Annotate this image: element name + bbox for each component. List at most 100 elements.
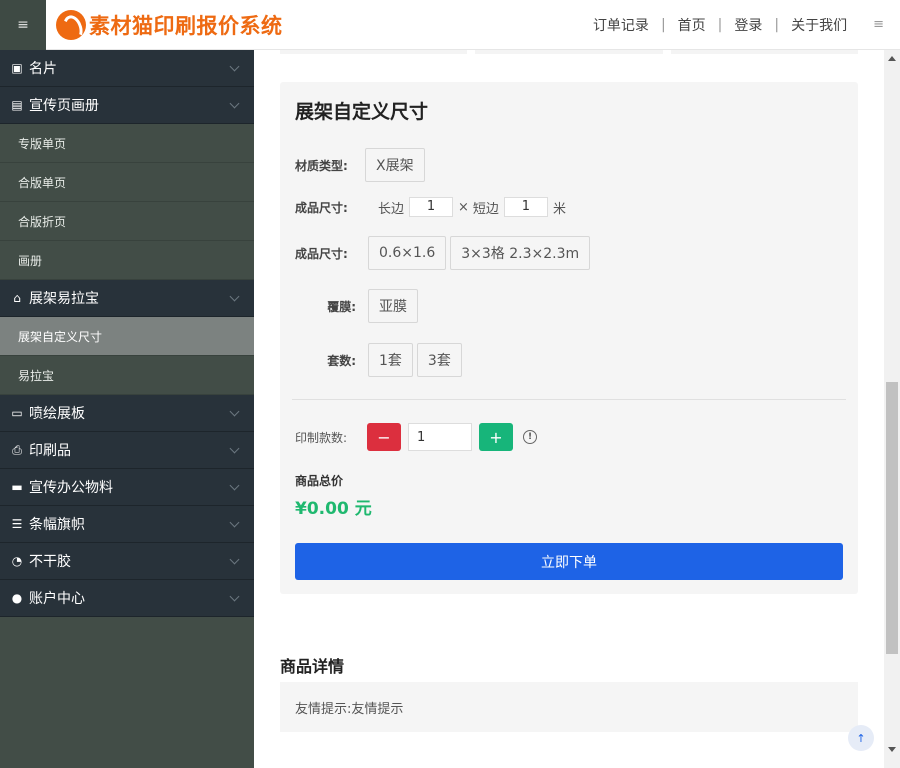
nav-home[interactable]: 首页 [678, 15, 706, 35]
product-details-title: 商品详情 [280, 657, 345, 676]
order-now-button[interactable]: 立即下单 [295, 543, 843, 580]
back-to-top-button[interactable]: ↑ [848, 725, 874, 751]
divider [292, 399, 846, 400]
sets-option-3[interactable]: 3套 [416, 343, 462, 377]
chevron-down-icon [229, 61, 240, 72]
sidebar-group-label: 不干胶 [29, 554, 71, 570]
sidebar-group-label: 展架易拉宝 [29, 291, 99, 307]
sets-label: 套数: [327, 353, 356, 368]
logo-text: 素材猫印刷报价系统 [89, 13, 283, 38]
nav-login[interactable]: 登录 [734, 15, 762, 35]
chevron-down-icon [229, 443, 240, 454]
logo[interactable]: 素材猫印刷报价系统 [56, 9, 283, 40]
times-sign: × [458, 199, 469, 215]
chevron-down-icon [229, 554, 240, 565]
preset-size-row: 成品尺寸: 0.6×1.6 3×3格 2.3×2.3m [295, 236, 594, 270]
sidebar-group-label: 条幅旗帜 [29, 517, 85, 533]
more-menu-icon[interactable]: ≡ [873, 17, 884, 32]
sidebar-group-label: 印刷品 [29, 443, 71, 459]
user-icon: ● [11, 591, 23, 605]
sidebar-group-business-card[interactable]: ▣ 名片 [0, 50, 254, 87]
nav-order-records[interactable]: 订单记录 [593, 15, 649, 35]
decrement-button[interactable]: − [367, 423, 401, 451]
quantity-label: 印制款数: [295, 430, 348, 445]
sidebar-item-single-page[interactable]: 专版单页 [0, 124, 254, 163]
card-icon: ▣ [11, 61, 23, 75]
printer-icon: ⎙ [12, 442, 22, 457]
sticker-icon: ◔ [11, 554, 23, 568]
material-option-x-stand[interactable]: X展架 [365, 148, 425, 182]
scrollbar-thumb[interactable] [886, 382, 898, 654]
chevron-down-icon [229, 480, 240, 491]
sets-option-1[interactable]: 1套 [368, 343, 413, 377]
sidebar-group-label: 账户中心 [29, 591, 85, 607]
custom-size-row: 成品尺寸: 长边 1 × 短边 1 米 [295, 197, 566, 217]
material-row: 材质类型: X展架 [295, 148, 429, 182]
long-side-input[interactable]: 1 [409, 197, 454, 217]
top-strip [280, 50, 858, 54]
sidebar-group-stand[interactable]: ⌂ 展架易拉宝 [0, 280, 254, 317]
short-side-label: 短边 [472, 201, 499, 217]
increment-button[interactable]: + [479, 423, 513, 451]
nav-separator: | [660, 16, 666, 33]
size-label: 成品尺寸: [295, 246, 348, 261]
long-side-label: 长边 [378, 201, 405, 217]
sidebar-item-custom-stand[interactable]: 展架自定义尺寸 [0, 317, 254, 356]
material-label: 材质类型: [295, 158, 348, 173]
banner-icon: ☰ [11, 517, 23, 531]
sidebar-group-banner[interactable]: ☰ 条幅旗帜 [0, 506, 254, 543]
sidebar-group-label: 宣传页画册 [29, 98, 99, 114]
sidebar-item-brochure[interactable]: 画册 [0, 241, 254, 280]
scroll-up-icon[interactable] [888, 56, 896, 61]
stand-icon: ⌂ [13, 291, 21, 305]
scroll-down-icon[interactable] [888, 747, 896, 752]
film-label: 覆膜: [327, 299, 356, 314]
chevron-down-icon [229, 591, 240, 602]
quantity-row: 印制款数: − 1 + ! [295, 423, 537, 451]
board-icon: ▭ [11, 406, 23, 420]
app-header: ≡ 素材猫印刷报价系统 订单记录 | 首页 | 登录 | 关于我们 ≡ [0, 0, 900, 50]
size-option-large[interactable]: 3×3格 2.3×2.3m [450, 236, 591, 270]
sets-row: 套数: 1套 3套 [295, 343, 466, 377]
chevron-down-icon [229, 406, 240, 417]
product-config-panel: 展架自定义尺寸 材质类型: X展架 成品尺寸: 长边 1 × 短边 1 米 成品… [280, 82, 858, 594]
sidebar-item-rollup[interactable]: 易拉宝 [0, 356, 254, 395]
briefcase-icon: ▬ [11, 480, 23, 494]
short-side-input[interactable]: 1 [503, 197, 548, 217]
chevron-down-icon [229, 98, 240, 109]
panel-title: 展架自定义尺寸 [295, 101, 429, 123]
sidebar-item-combined-fold[interactable]: 合版折页 [0, 202, 254, 241]
flyer-icon: ▤ [11, 98, 23, 112]
unit-label: 米 [552, 201, 566, 217]
top-nav: 订单记录 | 首页 | 登录 | 关于我们 ≡ [593, 15, 900, 35]
film-option-matte[interactable]: 亚膜 [368, 289, 418, 323]
sidebar-item-combined-single[interactable]: 合版单页 [0, 163, 254, 202]
sidebar-group-board[interactable]: ▭ 喷绘展板 [0, 395, 254, 432]
sidebar-group-account[interactable]: ● 账户中心 [0, 580, 254, 617]
sidebar: ▣ 名片 ▤ 宣传页画册 专版单页 合版单页 合版折页 画册 ⌂ 展架易拉宝 展… [0, 50, 254, 768]
sidebar-group-label: 名片 [29, 61, 57, 77]
hamburger-icon[interactable]: ≡ [0, 0, 46, 50]
scrollbar[interactable] [884, 50, 900, 768]
total-price-value: ¥0.00 元 [295, 499, 372, 519]
friendly-tip: 友情提示:友情提示 [280, 682, 858, 732]
nav-separator: | [717, 16, 723, 33]
total-price-label: 商品总价 [295, 474, 344, 488]
size-label: 成品尺寸: [295, 200, 348, 215]
quantity-input[interactable]: 1 [408, 423, 472, 451]
chevron-down-icon [229, 517, 240, 528]
sidebar-group-flyer[interactable]: ▤ 宣传页画册 [0, 87, 254, 124]
sidebar-group-print[interactable]: ⎙ 印刷品 [0, 432, 254, 469]
sidebar-group-sticker[interactable]: ◔ 不干胶 [0, 543, 254, 580]
logo-mark-icon [56, 9, 86, 40]
sidebar-group-office[interactable]: ▬ 宣传办公物料 [0, 469, 254, 506]
info-icon[interactable]: ! [523, 430, 537, 444]
main-content: 展架自定义尺寸 材质类型: X展架 成品尺寸: 长边 1 × 短边 1 米 成品… [254, 50, 884, 768]
film-row: 覆膜: 亚膜 [295, 289, 422, 323]
nav-about[interactable]: 关于我们 [791, 15, 847, 35]
nav-separator: | [774, 16, 780, 33]
sidebar-group-label: 宣传办公物料 [29, 480, 113, 496]
chevron-down-icon [229, 291, 240, 302]
size-option-small[interactable]: 0.6×1.6 [368, 236, 447, 270]
sidebar-group-label: 喷绘展板 [29, 406, 85, 422]
